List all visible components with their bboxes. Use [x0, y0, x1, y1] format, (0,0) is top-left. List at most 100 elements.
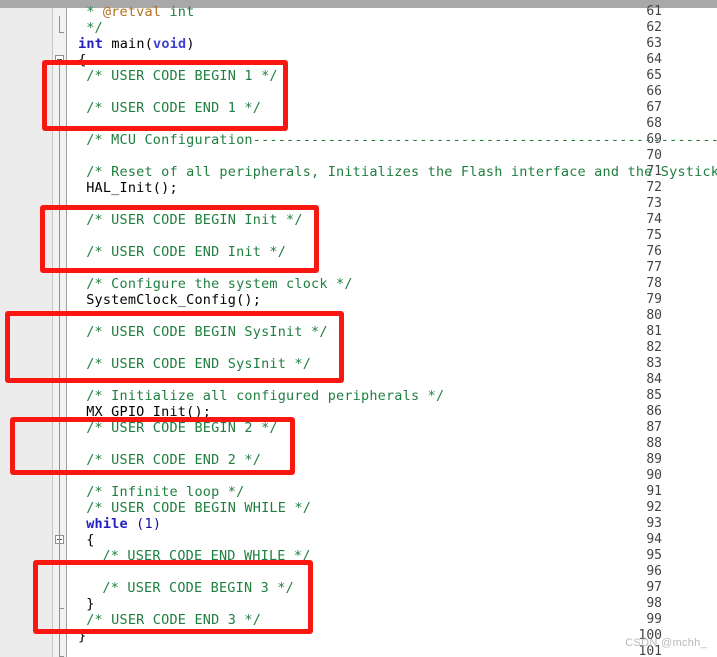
code-line[interactable]: SystemClock_Config(); [86, 292, 261, 308]
code-line[interactable]: /* USER CODE BEGIN SysInit */ [86, 324, 328, 340]
line-number-gutter [0, 8, 53, 657]
code-line[interactable]: /* MCU Configuration--------------------… [86, 132, 717, 148]
line-number: 62 [646, 20, 662, 35]
code-token: } [78, 628, 87, 644]
line-number: 76 [646, 244, 662, 259]
line-number: 97 [646, 580, 662, 595]
code-line[interactable]: /* Configure the system clock */ [86, 276, 353, 292]
code-token: * [86, 4, 103, 20]
line-number: 61 [646, 4, 662, 19]
code-line[interactable]: { [86, 532, 94, 548]
line-number: 68 [646, 116, 662, 131]
fold-bracket-line [59, 640, 60, 656]
line-number: 87 [646, 420, 662, 435]
code-line[interactable]: /* Infinite loop */ [86, 484, 244, 500]
code-line[interactable]: /* USER CODE END WHILE */ [102, 548, 310, 564]
line-number: 75 [646, 228, 662, 243]
code-token: { [86, 532, 95, 548]
code-token: main [103, 36, 145, 52]
line-number: 78 [646, 276, 662, 291]
line-number: 66 [646, 84, 662, 99]
line-number: 67 [646, 100, 662, 115]
code-token: */ [86, 20, 103, 36]
code-line[interactable]: MX_GPIO_Init(); [86, 404, 211, 420]
line-number: 84 [646, 372, 662, 387]
code-line[interactable]: } [78, 628, 86, 644]
code-line[interactable]: /* USER CODE BEGIN 3 */ [102, 580, 294, 596]
line-number: 89 [646, 452, 662, 467]
code-token: /* MCU Configuration--------------------… [86, 132, 717, 148]
line-number: 91 [646, 484, 662, 499]
code-token: ) [152, 516, 162, 532]
line-number: 96 [646, 564, 662, 579]
code-line[interactable]: /* USER CODE END Init */ [86, 244, 286, 260]
csdn-watermark: CSDN @mchh_ [625, 637, 707, 649]
line-number: 64 [646, 52, 662, 67]
code-token: /* Initialize all configured peripherals… [86, 388, 445, 404]
code-line[interactable]: /* USER CODE END 1 */ [86, 100, 261, 116]
line-number: 94 [646, 532, 662, 547]
line-number: 90 [646, 468, 662, 483]
code-token: /* USER CODE END 1 */ [86, 100, 262, 116]
code-token: /* USER CODE END SysInit */ [86, 356, 312, 372]
line-number: 86 [646, 404, 662, 419]
code-token: } [86, 596, 95, 612]
code-line[interactable]: HAL_Init(); [86, 180, 178, 196]
code-line[interactable]: { [78, 52, 86, 68]
code-line[interactable]: while (1) [86, 516, 161, 532]
code-line[interactable]: /* Initialize all configured peripherals… [86, 388, 444, 404]
code-token: @retval [102, 4, 162, 20]
code-token: /* Configure the system clock */ [86, 276, 353, 292]
code-token: /* USER CODE BEGIN SysInit */ [86, 324, 328, 340]
code-token: /* USER CODE BEGIN 3 */ [102, 580, 294, 596]
line-number: 85 [646, 388, 662, 403]
line-number: 93 [646, 516, 662, 531]
line-number: 81 [646, 324, 662, 339]
line-number: 63 [646, 36, 662, 51]
code-line[interactable]: } [86, 596, 94, 612]
code-token: /* Reset of all peripherals, Initializes… [86, 164, 717, 180]
code-line[interactable]: /* USER CODE BEGIN WHILE */ [86, 500, 311, 516]
line-number: 80 [646, 308, 662, 323]
line-number: 79 [646, 292, 662, 307]
code-line[interactable]: /* USER CODE END SysInit */ [86, 356, 311, 372]
code-token: /* USER CODE BEGIN Init */ [86, 212, 303, 228]
code-token: HAL_Init(); [86, 180, 178, 196]
line-number: 92 [646, 500, 662, 515]
code-line[interactable]: /* USER CODE BEGIN Init */ [86, 212, 303, 228]
line-number: 72 [646, 180, 662, 195]
code-line[interactable]: /* USER CODE END 3 */ [86, 612, 261, 628]
code-line[interactable]: */ [86, 20, 103, 36]
line-number: 98 [646, 596, 662, 611]
fold-bracket-line [59, 16, 60, 32]
code-token: /* USER CODE BEGIN WHILE */ [86, 500, 312, 516]
code-line[interactable]: /* USER CODE END 2 */ [86, 452, 261, 468]
fold-collapse-icon[interactable] [55, 55, 64, 64]
code-token: /* USER CODE END WHILE */ [102, 548, 311, 564]
code-token: /* USER CODE END Init */ [86, 244, 287, 260]
code-token: { [78, 52, 87, 68]
code-token: int [161, 4, 195, 20]
line-number: 70 [646, 148, 662, 163]
code-token: 1 [144, 516, 153, 532]
code-token: /* USER CODE END 2 */ [86, 452, 262, 468]
editor-screenshot: 61 62 63 64 65 66 67 68 69 70 71 72 73 74 75 76 77 78 79 80… [0, 0, 717, 657]
fold-bracket-line [59, 544, 60, 608]
code-token: ( [144, 36, 154, 52]
code-token: ) [186, 36, 195, 52]
code-line[interactable]: /* USER CODE BEGIN 1 */ [86, 68, 278, 84]
code-token: int [78, 36, 104, 52]
line-number: 77 [646, 260, 662, 275]
fold-bracket-end-icon [59, 32, 64, 33]
code-line[interactable]: int main(void) [78, 36, 195, 52]
code-line[interactable]: /* Reset of all peripherals, Initializes… [86, 164, 717, 180]
line-number: 95 [646, 548, 662, 563]
code-line[interactable]: * @retval int [86, 4, 194, 20]
folding-margin-divider [66, 8, 67, 657]
code-token: /* Infinite loop */ [86, 484, 245, 500]
code-line[interactable]: /* USER CODE BEGIN 2 */ [86, 420, 278, 436]
code-token: SystemClock_Config(); [86, 292, 262, 308]
line-number: 73 [646, 196, 662, 211]
code-editor[interactable]: 61 62 63 64 65 66 67 68 69 70 71 72 73 74 75 76 77 78 79 80… [0, 4, 717, 657]
line-number: 74 [646, 212, 662, 227]
